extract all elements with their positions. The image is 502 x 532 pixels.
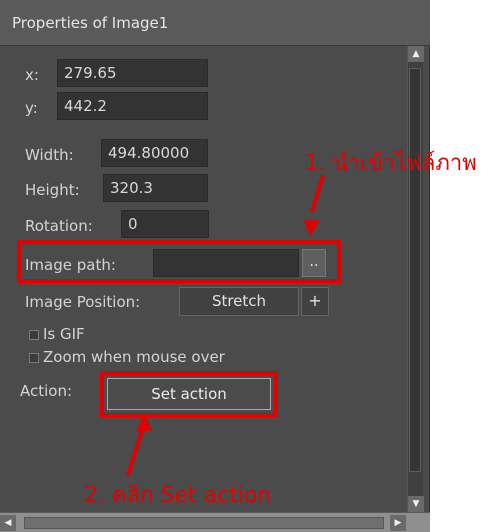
image-position-label: Image Position: — [25, 293, 141, 311]
rotation-input[interactable]: 0 — [121, 210, 209, 238]
height-input[interactable]: 320.3 — [103, 174, 208, 202]
set-action-highlight — [100, 371, 278, 417]
is-gif-label: Is GIF — [43, 325, 85, 343]
image-position-select[interactable]: Stretch — [179, 287, 299, 316]
horizontal-scrollbar[interactable]: ◀ ▶ — [0, 512, 430, 532]
vertical-scrollbar[interactable]: ▲ ▼ — [407, 46, 424, 512]
panel-title: Properties of Image1 — [12, 14, 169, 32]
down-arrow-icon[interactable]: ▼ — [408, 496, 424, 512]
image-path-highlight — [17, 240, 341, 283]
right-arrow-icon[interactable]: ▶ — [390, 515, 406, 531]
rotation-label: Rotation: — [25, 217, 93, 235]
left-arrow-icon[interactable]: ◀ — [0, 515, 16, 531]
x-label: x: — [25, 66, 39, 84]
is-gif-checkbox[interactable] — [29, 330, 39, 340]
width-input[interactable]: 494.80000 — [101, 139, 208, 167]
horizontal-scroll-thumb[interactable] — [24, 517, 384, 529]
zoom-checkbox[interactable] — [29, 353, 39, 363]
action-label: Action: — [20, 382, 73, 400]
up-arrow-icon[interactable]: ▲ — [408, 46, 424, 62]
y-label: y: — [25, 99, 38, 117]
x-input[interactable]: 279.65 — [57, 59, 208, 87]
step-1-annotation: 1. นำเข้าไฟล์ภาพ — [305, 151, 477, 176]
properties-title-bar: Properties of Image1 — [0, 0, 430, 46]
y-input[interactable]: 442.2 — [57, 92, 208, 120]
height-label: Height: — [25, 181, 80, 199]
add-image-position-button[interactable]: + — [301, 287, 329, 316]
vertical-scroll-thumb[interactable] — [409, 68, 421, 472]
step-2-annotation: 2. คลิก Set action — [84, 483, 272, 508]
width-label: Width: — [25, 146, 74, 164]
zoom-label: Zoom when mouse over — [43, 348, 225, 366]
